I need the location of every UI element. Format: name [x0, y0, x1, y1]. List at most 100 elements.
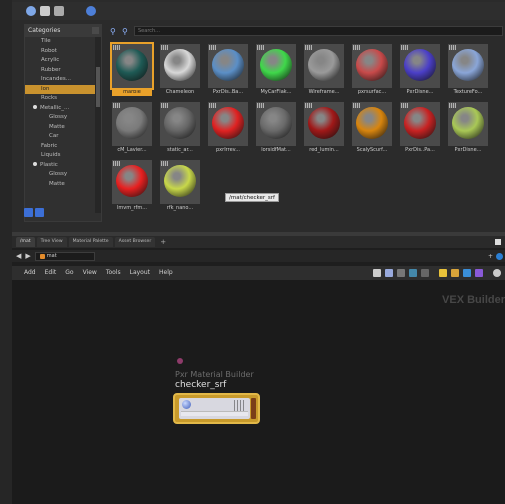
material-label: MyCarFlak...: [260, 89, 292, 95]
network-canvas[interactable]: [12, 280, 505, 504]
material-sphere: [260, 49, 292, 81]
tree-icon[interactable]: [385, 269, 393, 277]
zoom-icon[interactable]: [493, 269, 501, 277]
category-item[interactable]: Plastic: [25, 161, 101, 171]
menu-item[interactable]: Help: [159, 266, 173, 280]
material-tile[interactable]: PxrDis..Pa...: [400, 102, 440, 154]
node-name-label[interactable]: checker_srf: [175, 380, 226, 390]
category-item[interactable]: Matte: [25, 180, 101, 190]
path-field[interactable]: mat: [34, 251, 95, 261]
material-tile[interactable]: lorsidfMat...: [256, 102, 296, 154]
checker-corner-icon: [209, 103, 216, 108]
material-tile[interactable]: static_ar...: [160, 102, 200, 154]
menu-item[interactable]: Layout: [130, 266, 150, 280]
add-tab-icon[interactable]: +: [157, 237, 169, 247]
search-icon[interactable]: ⚲: [110, 27, 119, 36]
material-thumbnail: [208, 44, 248, 88]
node-output-tab[interactable]: [251, 398, 256, 419]
grid-icon[interactable]: [397, 269, 405, 277]
menu-item[interactable]: View: [83, 266, 97, 280]
search-input[interactable]: Search...: [134, 26, 503, 36]
category-item[interactable]: Incandes...: [25, 75, 101, 85]
checker-corner-icon: [401, 103, 408, 108]
checker-corner-icon: [257, 45, 264, 50]
view-icon[interactable]: [409, 269, 417, 277]
pin-icon[interactable]: +: [488, 253, 493, 260]
material-builder-node[interactable]: [173, 393, 260, 424]
material-label: rfk_nano...: [166, 205, 194, 211]
category-item[interactable]: Acrylic: [25, 56, 101, 66]
menu-item[interactable]: Tools: [106, 266, 121, 280]
gear-icon[interactable]: [86, 6, 96, 16]
category-scrollbar[interactable]: [95, 37, 101, 213]
material-tile[interactable]: MyCarFlak...: [256, 44, 296, 96]
material-tile[interactable]: rfk_nano...: [160, 160, 200, 212]
material-label: PxrDisne...: [406, 89, 434, 95]
material-tile[interactable]: Chameleon: [160, 44, 200, 96]
category-item[interactable]: Car: [25, 132, 101, 142]
image-icon[interactable]: [54, 6, 64, 16]
category-label: Fabric: [41, 142, 58, 149]
path-right-controls: +: [488, 252, 503, 260]
display-icon[interactable]: [421, 269, 429, 277]
pane-tab[interactable]: Material Palette: [68, 237, 113, 247]
save-icon[interactable]: [40, 6, 50, 16]
category-item[interactable]: Metallic_...: [25, 104, 101, 114]
remove-category-button[interactable]: [35, 208, 44, 217]
category-item[interactable]: Rubber: [25, 66, 101, 76]
material-tile[interactable]: marble: [110, 42, 154, 96]
note-icon[interactable]: [439, 269, 447, 277]
checker-corner-icon: [305, 45, 312, 50]
checker-corner-icon: [305, 103, 312, 108]
category-item[interactable]: Rocks: [25, 94, 101, 104]
menu-item[interactable]: Edit: [45, 266, 57, 280]
material-tile[interactable]: Wireframe...: [304, 44, 344, 96]
material-tile[interactable]: PxrDisne...: [448, 102, 488, 154]
pane-tab[interactable]: Tree View: [36, 237, 67, 247]
add-category-button[interactable]: [24, 208, 33, 217]
category-item[interactable]: Ion: [25, 84, 101, 94]
material-tile[interactable]: lmvm_rfm...: [112, 160, 152, 212]
shape-icon[interactable]: [463, 269, 471, 277]
category-item[interactable]: Fabric: [25, 142, 101, 152]
material-tile[interactable]: TextureFo...: [448, 44, 488, 96]
material-tile[interactable]: red_lumin...: [304, 102, 344, 154]
material-tile[interactable]: pxrIrrev...: [208, 102, 248, 154]
menu-item[interactable]: Go: [65, 266, 73, 280]
material-tile[interactable]: pxrsurfac...: [352, 44, 392, 96]
forward-arrow-icon[interactable]: ▶: [25, 250, 30, 262]
wrench-icon[interactable]: [373, 269, 381, 277]
checker-corner-icon: [353, 45, 360, 50]
category-item[interactable]: Glossy: [25, 113, 101, 123]
menu-item[interactable]: Add: [24, 266, 36, 280]
image-icon[interactable]: [475, 269, 483, 277]
back-arrow-icon[interactable]: ◀: [16, 250, 21, 262]
material-label: lorsidfMat...: [261, 147, 291, 153]
search-options-icon[interactable]: ⚲: [122, 27, 131, 36]
category-item[interactable]: Liquids: [25, 151, 101, 161]
category-item[interactable]: Robot: [25, 47, 101, 57]
scrollbar-thumb[interactable]: [96, 67, 100, 107]
material-tile[interactable]: PxrDisne...: [400, 44, 440, 96]
material-sphere-icon[interactable]: [26, 6, 36, 16]
material-thumbnail: [352, 44, 392, 88]
material-tile[interactable]: ScalyScurf...: [352, 102, 392, 154]
pane-tab[interactable]: Asset Browser: [114, 237, 156, 247]
pane-tab[interactable]: /mat: [16, 237, 35, 247]
category-item[interactable]: Matte: [25, 123, 101, 133]
category-item[interactable]: Tile: [25, 37, 101, 47]
material-sphere: [164, 49, 196, 81]
node-input-dot[interactable]: [177, 358, 183, 364]
material-tile[interactable]: PxrDis..Ba...: [208, 44, 248, 96]
material-tile[interactable]: cM_Lavier...: [112, 102, 152, 154]
link-icon[interactable]: [496, 252, 503, 260]
category-item[interactable]: Glossy: [25, 170, 101, 180]
close-icon[interactable]: [92, 27, 99, 34]
expand-bullet-icon[interactable]: [33, 162, 37, 166]
material-thumbnail: [160, 44, 200, 88]
expand-bullet-icon[interactable]: [33, 105, 37, 109]
maximize-pane-icon[interactable]: [495, 239, 501, 245]
material-thumbnail: [208, 102, 248, 146]
node-parameter-bar: [181, 411, 248, 416]
color-icon[interactable]: [451, 269, 459, 277]
